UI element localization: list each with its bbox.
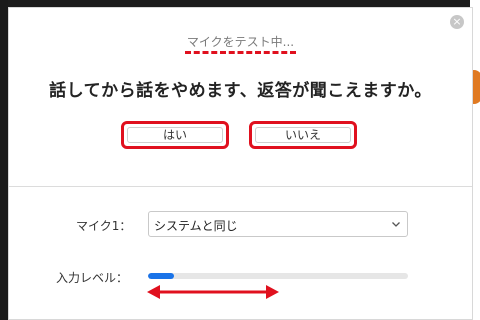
close-icon: × bbox=[452, 15, 462, 28]
input-level-label: 入力レベル： bbox=[56, 271, 129, 285]
divider bbox=[9, 186, 472, 187]
input-level-fill bbox=[148, 273, 174, 279]
mic-test-dialog: × マイクをテスト中... 話してから話をやめます、返答が聞こえますか。 はい … bbox=[8, 7, 473, 320]
no-button-label: いいえ bbox=[255, 127, 351, 143]
status-text: マイクをテスト中... bbox=[9, 33, 472, 54]
yes-button-label: はい bbox=[127, 127, 223, 143]
mic-select-value: システムと同じ bbox=[154, 219, 238, 233]
mic-label: マイク1： bbox=[76, 219, 132, 233]
chevron-down-icon bbox=[392, 222, 400, 227]
close-button[interactable]: × bbox=[450, 15, 464, 29]
mic-select[interactable]: システムと同じ bbox=[148, 211, 408, 237]
yes-button[interactable]: はい bbox=[121, 121, 229, 149]
question-heading: 話してから話をやめます、返答が聞こえますか。 bbox=[49, 81, 432, 101]
background-left-strip bbox=[0, 0, 8, 320]
status-label: マイクをテスト中... bbox=[184, 35, 297, 54]
no-button[interactable]: いいえ bbox=[249, 121, 357, 149]
input-level-meter bbox=[148, 273, 408, 279]
double-arrow-icon bbox=[147, 285, 279, 299]
